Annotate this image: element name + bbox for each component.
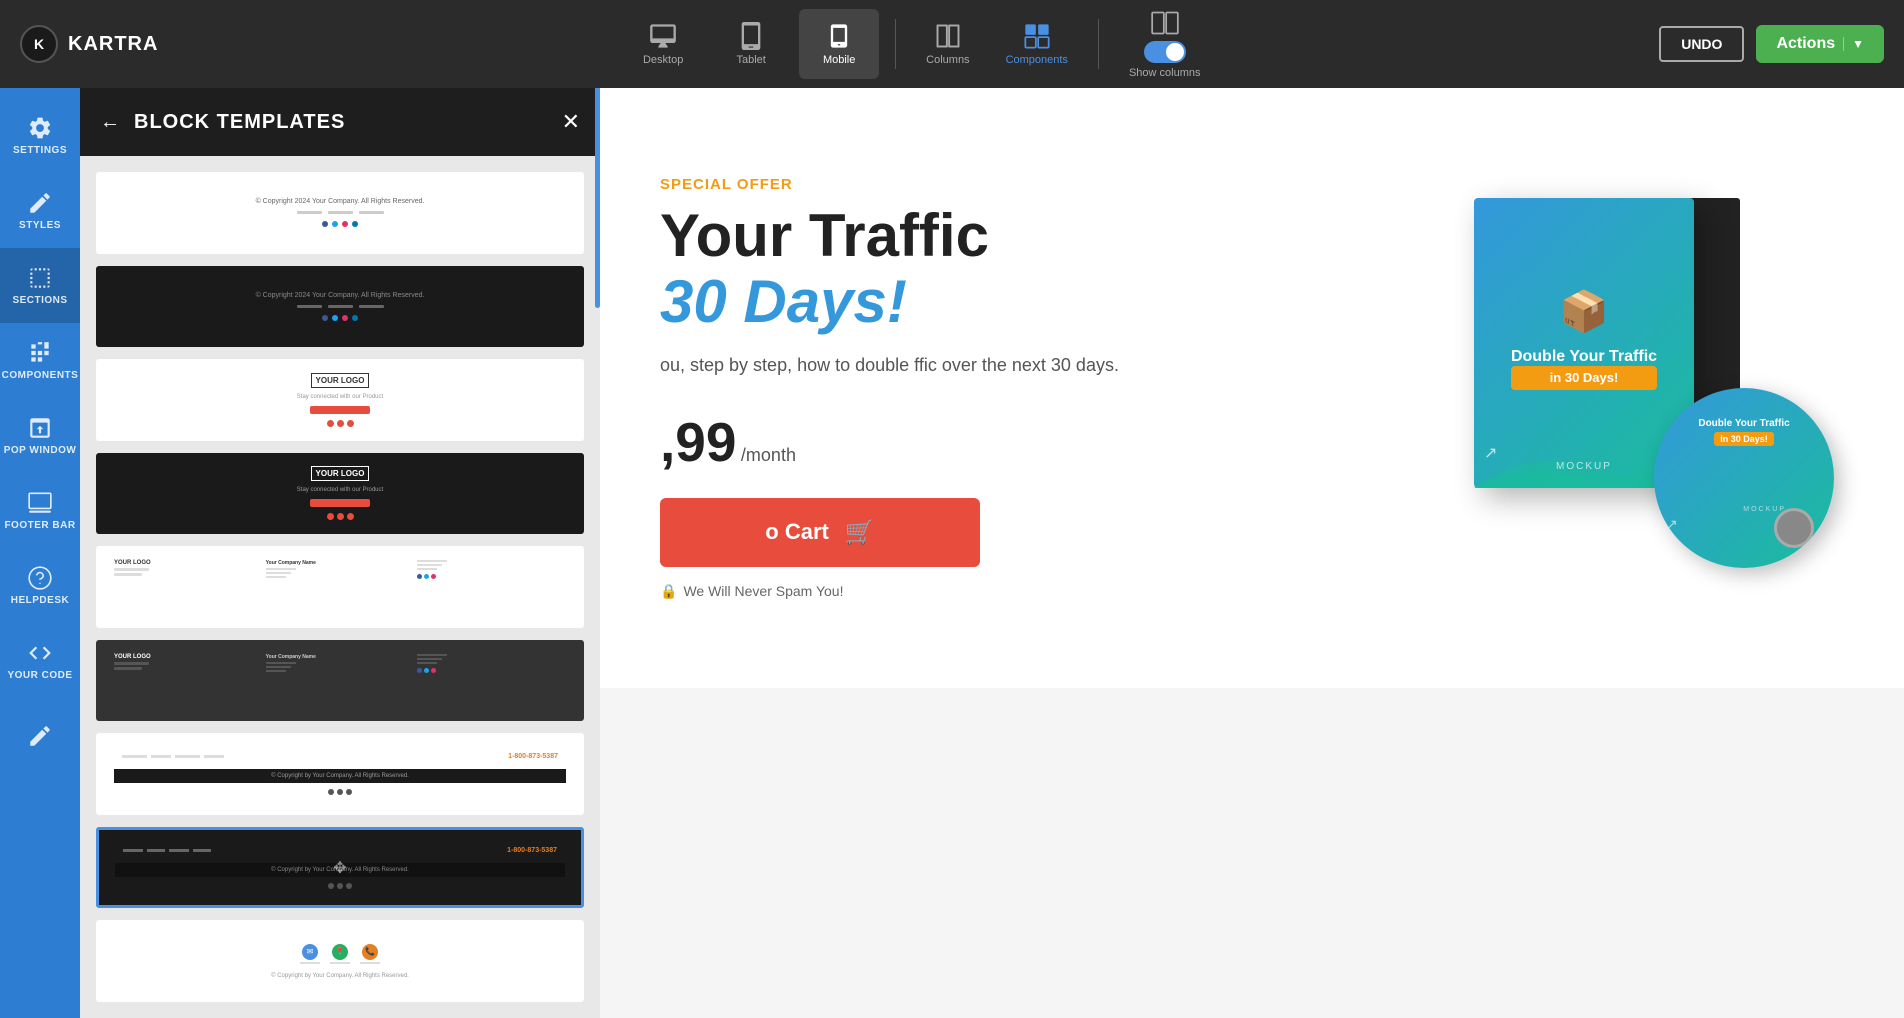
columns-label: Columns [926, 54, 969, 66]
mockup-container: 📦 Double Your Traffic in 30 Days! [1474, 178, 1834, 598]
price-amount: ,99 [660, 411, 736, 473]
sidebar-item-helpdesk[interactable]: HELPDESK [0, 548, 80, 623]
components-label: COMPONENTS [2, 370, 79, 381]
sidebar-rail: SETTINGS STYLES SECTIONS COMPONENTS POP … [0, 88, 80, 1018]
sidebar-item-settings[interactable]: SETTINGS [0, 98, 80, 173]
dvd-hole [1774, 508, 1814, 548]
offer-section: SPECIAL OFFER Your Traffic 30 Days! ou, … [600, 88, 1904, 688]
actions-label: Actions [1776, 35, 1835, 53]
page-content: SPECIAL OFFER Your Traffic 30 Days! ou, … [600, 88, 1904, 1018]
book-icon: 📦 [1559, 288, 1609, 335]
sections-label: SECTIONS [12, 295, 67, 306]
panel-scrollbar[interactable] [595, 88, 600, 308]
undo-button[interactable]: UNDO [1659, 26, 1744, 62]
template-item-6[interactable]: YOUR LOGO Your Company Name [96, 640, 584, 722]
offer-title-line1: Your Traffic [660, 202, 989, 269]
topbar-right: UNDO Actions ▼ [1659, 25, 1884, 63]
tablet-label: Tablet [736, 54, 765, 66]
offer-text: SPECIAL OFFER Your Traffic 30 Days! ou, … [660, 176, 1464, 600]
add-to-cart-label: o Cart [765, 519, 829, 545]
offer-image: 📦 Double Your Traffic in 30 Days! [1464, 178, 1844, 598]
topbar: K KARTRA Desktop Tablet Mobile Colum [0, 0, 1904, 88]
panel-title: BLOCK TEMPLATES [134, 111, 548, 134]
footer-bar-label: FOOTER BAR [4, 520, 75, 531]
block-templates-panel: ← BLOCK TEMPLATES ✕ © Copyright 2024 You… [80, 88, 600, 1018]
show-columns-toggle-container: Show columns [1115, 1, 1215, 87]
mobile-label: Mobile [823, 54, 855, 66]
logo-text: KARTRA [68, 33, 158, 56]
panel-back-button[interactable]: ← [100, 111, 120, 134]
pop-window-label: POP WINDOW [4, 445, 77, 456]
actions-button[interactable]: Actions ▼ [1756, 25, 1884, 63]
main-area: SETTINGS STYLES SECTIONS COMPONENTS POP … [0, 88, 1904, 1018]
sidebar-item-components[interactable]: COMPONENTS [0, 323, 80, 398]
panel-header: ← BLOCK TEMPLATES ✕ [80, 88, 600, 156]
panel-close-button[interactable]: ✕ [562, 109, 580, 135]
sidebar-item-your-code[interactable]: YOUR CODE [0, 623, 80, 698]
book-title: Double Your Traffic in 30 Days! [1511, 347, 1657, 390]
cart-icon: 🛒 [845, 518, 875, 547]
book-mockup-label: MOCKUP [1556, 461, 1612, 472]
special-offer-label: SPECIAL OFFER [660, 176, 1424, 193]
offer-title: Your Traffic 30 Days! [660, 203, 1424, 335]
canvas-inner: SPECIAL OFFER Your Traffic 30 Days! ou, … [600, 88, 1904, 1018]
dvd-mockup-label: MOCKUP [1743, 506, 1786, 513]
dvd-badge: in 30 Days! [1714, 432, 1774, 446]
toolbar-separator-2 [1098, 19, 1099, 69]
panel-content: © Copyright 2024 Your Company. All Right… [80, 156, 600, 1018]
price-period: /month [741, 445, 796, 465]
template-item-1[interactable]: © Copyright 2024 Your Company. All Right… [96, 172, 584, 254]
sidebar-item-sections[interactable]: SECTIONS [0, 248, 80, 323]
canvas-area: SPECIAL OFFER Your Traffic 30 Days! ou, … [600, 88, 1904, 1018]
add-to-cart-button[interactable]: o Cart 🛒 [660, 498, 980, 567]
template-item-5[interactable]: YOUR LOGO Your Company Name [96, 546, 584, 628]
template-item-4[interactable]: YOUR LOGO Stay connected with our Produc… [96, 453, 584, 535]
spam-icon: 🔒 [660, 583, 677, 600]
template-item-2[interactable]: © Copyright 2024 Your Company. All Right… [96, 266, 584, 348]
offer-title-line2: 30 Days! [660, 268, 907, 335]
sidebar-item-footer-bar[interactable]: FOOTER BAR [0, 473, 80, 548]
actions-chevron-icon: ▼ [1843, 37, 1864, 51]
helpdesk-label: HELPDESK [11, 595, 69, 606]
columns-button[interactable]: Columns [912, 14, 983, 74]
template-item-7[interactable]: 1-800-873-5387 © Copyright by Your Compa… [96, 733, 584, 815]
book-subtitle-badge: in 30 Days! [1511, 366, 1657, 390]
price-row: ,99 /month [660, 410, 1424, 474]
mobile-button[interactable]: Mobile [799, 9, 879, 79]
template-item-8[interactable]: 1-800-873-5387 © Copyright by Your Compa… [96, 827, 584, 909]
sidebar-item-styles[interactable]: STYLES [0, 173, 80, 248]
logo-area[interactable]: K KARTRA [20, 25, 158, 63]
kartra-logo: K [20, 25, 58, 63]
offer-description: ou, step by step, how to double ffic ove… [660, 351, 1424, 380]
sidebar-item-edit[interactable] [0, 698, 80, 773]
template-item-3[interactable]: YOUR LOGO Stay connected with our Produc… [96, 359, 584, 441]
desktop-label: Desktop [643, 54, 683, 66]
components-label: Components [1006, 54, 1068, 66]
toolbar-separator-1 [895, 19, 896, 69]
template-item-9[interactable]: ✉ 📍 📞 © Copyright by Your Company. All [96, 920, 584, 1002]
tablet-button[interactable]: Tablet [711, 9, 791, 79]
sidebar-item-pop-window[interactable]: POP WINDOW [0, 398, 80, 473]
dvd-mockup: Double Your Traffic in 30 Days! MOCKUP ↗ [1654, 388, 1834, 568]
your-code-label: YOUR CODE [7, 670, 72, 681]
spam-notice: 🔒 We Will Never Spam You! [660, 583, 1424, 600]
components-button[interactable]: Components [992, 14, 1082, 74]
show-columns-label: Show columns [1129, 67, 1201, 79]
show-columns-toggle[interactable] [1144, 41, 1186, 63]
dvd-title: Double Your Traffic in 30 Days! [1674, 418, 1814, 446]
styles-label: STYLES [19, 220, 61, 231]
desktop-button[interactable]: Desktop [623, 9, 703, 79]
device-toolbar: Desktop Tablet Mobile Columns [198, 1, 1639, 87]
settings-label: SETTINGS [13, 145, 67, 156]
